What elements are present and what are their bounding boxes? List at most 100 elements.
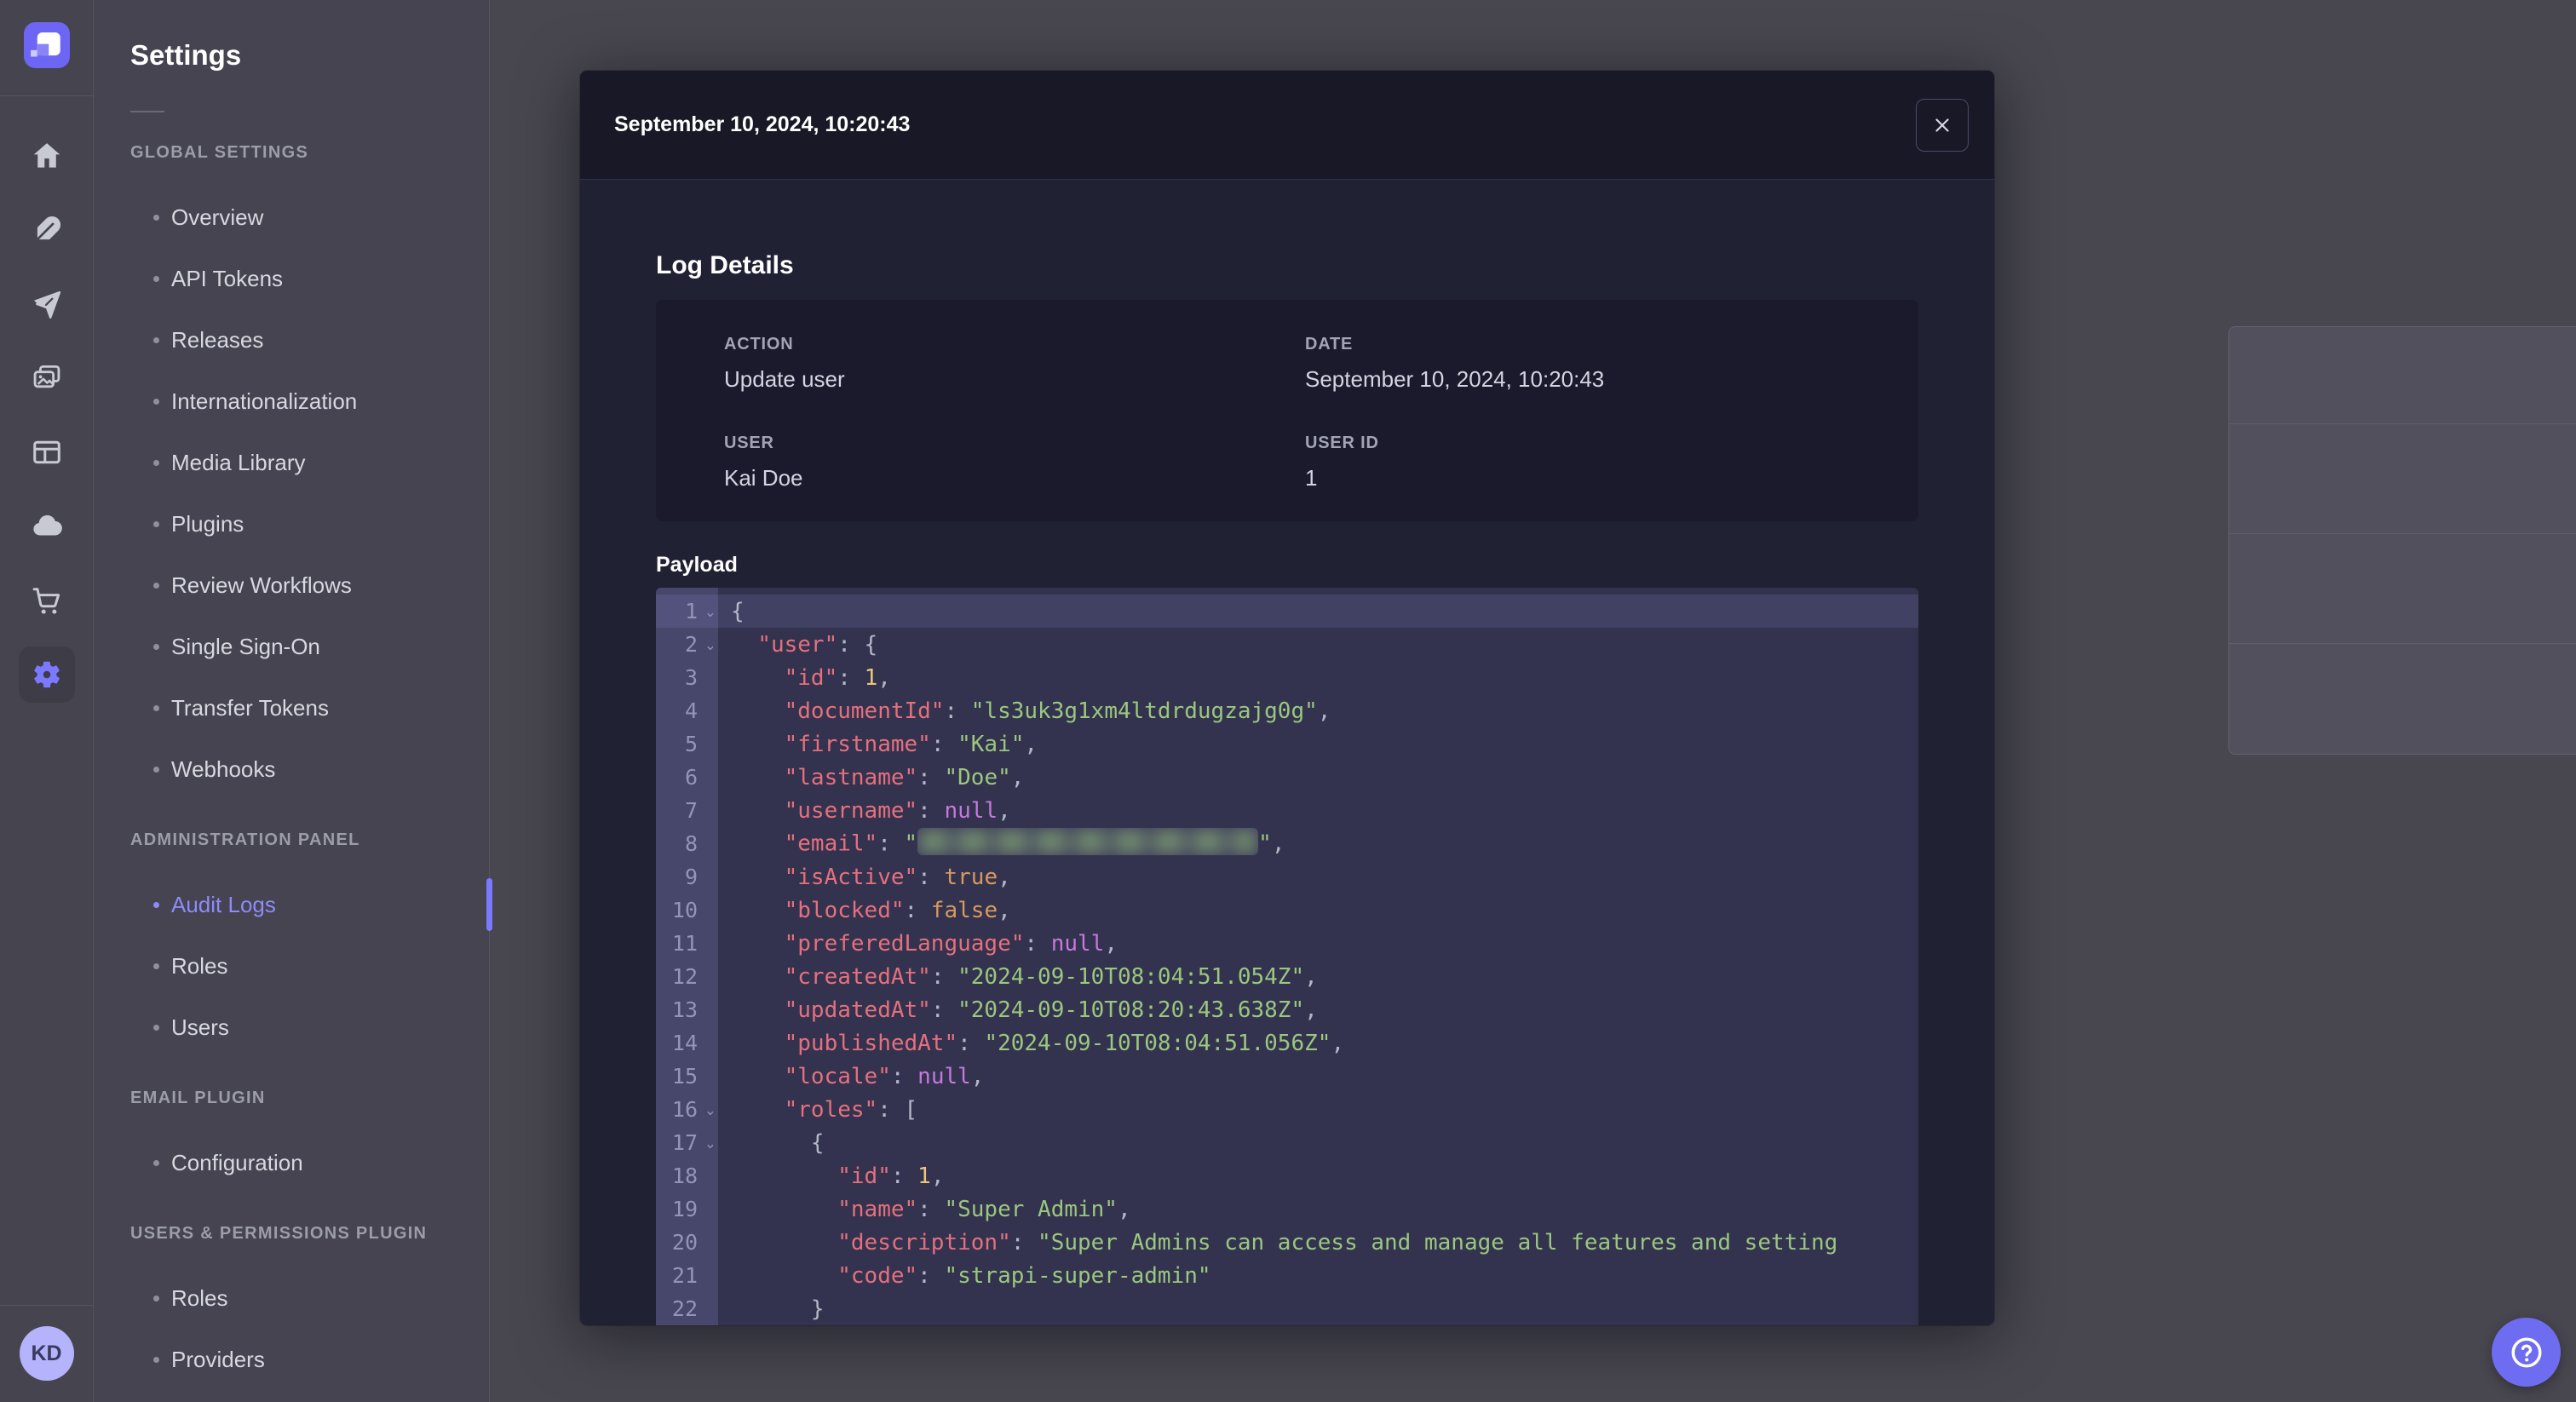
close-icon	[1935, 118, 1949, 132]
nav-list: Audit Logs Roles Users	[130, 874, 492, 1058]
sidebar-item-single-sign-on[interactable]: Single Sign-On	[130, 616, 489, 677]
line-number: 4	[684, 698, 698, 723]
sidebar-item-label: Internationalization	[171, 388, 358, 414]
code-text: }	[731, 1296, 825, 1322]
avatar[interactable]: KD	[19, 1326, 74, 1381]
code-text: {	[731, 1129, 825, 1156]
line-number: 8	[684, 831, 698, 856]
settings-divider	[130, 111, 164, 112]
code-line: 1 ⌄ {	[656, 595, 1918, 628]
code-text: "publishedAt": "2024-09-10T08:04:51.056Z…	[784, 1030, 1345, 1056]
rail-item-layout[interactable]	[19, 424, 75, 480]
bullet-icon	[153, 704, 159, 711]
line-number: 22	[671, 1296, 698, 1321]
rail-item-settings-gear[interactable]	[18, 646, 75, 703]
rail-item-cart[interactable]	[19, 572, 75, 629]
line-number: 5	[684, 732, 698, 756]
code-line: 7 "username": null,	[656, 794, 1918, 827]
field-value: 1	[1305, 465, 1318, 491]
bullet-icon	[153, 1159, 159, 1166]
line-number: 19	[671, 1197, 698, 1221]
code-line: 16 ⌄ "roles": [	[656, 1093, 1918, 1126]
nav-list: Overview API Tokens Releases Internationali…	[130, 187, 489, 800]
log-detail-field: USER Kai Doe	[724, 433, 1305, 492]
home-icon	[33, 143, 60, 168]
sidebar-item-label: Releases	[171, 326, 264, 353]
rail-divider-bottom	[0, 1305, 94, 1306]
line-number: 7	[684, 798, 698, 823]
cloud-icon	[32, 514, 62, 536]
code-text: "username": null,	[784, 797, 1011, 824]
rail-item-feather[interactable]	[19, 202, 75, 258]
sidebar-item-roles[interactable]: Roles	[130, 1267, 489, 1329]
close-button[interactable]	[1916, 98, 1969, 152]
line-number: 11	[671, 931, 698, 956]
media-library-icon	[33, 365, 60, 388]
strapi-logo[interactable]	[23, 22, 70, 68]
nav-list: Roles Providers	[130, 1267, 489, 1390]
sidebar-item-label: Roles	[171, 952, 228, 979]
payload-label: Payload	[656, 553, 738, 577]
rail-item-cloud[interactable]	[19, 498, 75, 554]
layout-icon	[32, 440, 60, 464]
code-line: 17 ⌄ {	[656, 1126, 1918, 1159]
sidebar-item-users[interactable]: Users	[130, 997, 489, 1058]
main-icon-sidebar: KD	[0, 0, 94, 1402]
fold-chevron-icon[interactable]: ⌄	[704, 1135, 716, 1152]
code-line: 6 "lastname": "Doe",	[656, 761, 1918, 794]
sidebar-item-label: Roles	[171, 1284, 228, 1311]
fold-chevron-icon[interactable]: ⌄	[704, 603, 716, 620]
sidebar-item-providers[interactable]: Providers	[130, 1329, 489, 1390]
rail-bottom: KD	[0, 1305, 94, 1402]
active-indicator	[486, 878, 492, 931]
log-details-heading: Log Details	[656, 251, 794, 279]
bullet-icon	[153, 582, 159, 589]
sidebar-item-media-library[interactable]: Media Library	[130, 432, 489, 493]
feather-icon	[33, 215, 60, 243]
cart-icon	[32, 588, 60, 614]
line-number: 3	[684, 665, 698, 690]
sidebar-item-webhooks[interactable]: Webhooks	[130, 738, 489, 800]
code-line: 20 "description": "Super Admins can acce…	[656, 1226, 1918, 1259]
rail-item-media-library[interactable]	[19, 350, 75, 406]
line-number: 17 ⌄	[671, 1130, 716, 1155]
sidebar-item-audit-logs[interactable]: Audit Logs	[130, 874, 492, 935]
code-text: "user": {	[757, 631, 878, 658]
log-detail-field: ACTION Update user	[724, 334, 1305, 394]
help-button[interactable]	[2492, 1318, 2561, 1387]
field-label: DATE	[1305, 335, 1354, 353]
page-title: Settings	[130, 39, 242, 71]
sidebar-item-releases[interactable]: Releases	[130, 309, 489, 371]
payload-json-viewer[interactable]: 1 ⌄{2 ⌄ "user": {3 "id": 1, 4 "documentId":…	[656, 588, 1918, 1325]
code-text: "id": 1,	[784, 664, 891, 691]
code-line: 11 "preferedLanguage": null,	[656, 927, 1918, 960]
rail-item-home[interactable]	[19, 128, 75, 184]
sidebar-item-roles[interactable]: Roles	[130, 935, 489, 997]
sidebar-item-plugins[interactable]: Plugins	[130, 493, 489, 554]
sidebar-item-label: Media Library	[171, 449, 306, 475]
fold-chevron-icon[interactable]: ⌄	[704, 1101, 716, 1118]
code-text: "isActive": true,	[784, 864, 1011, 890]
code-text: "preferedLanguage": null,	[784, 930, 1118, 957]
sidebar-item-transfer-tokens[interactable]: Transfer Tokens	[130, 677, 489, 738]
code-line: 3 "id": 1,	[656, 661, 1918, 694]
line-number: 21	[671, 1263, 698, 1288]
settings-nav-sections: GLOBAL SETTINGS Overview API Tokens Release…	[130, 143, 492, 1390]
rail-divider	[0, 95, 94, 96]
sidebar-item-overview[interactable]: Overview	[130, 187, 489, 248]
code-text: "description": "Super Admins can access …	[837, 1229, 1838, 1255]
rail-item-send[interactable]	[19, 276, 75, 332]
sidebar-item-review-workflows[interactable]: Review Workflows	[130, 554, 489, 616]
line-number: 2 ⌄	[684, 632, 716, 657]
rail-icon-list	[18, 128, 75, 721]
field-label: USER ID	[1305, 434, 1379, 452]
code-line: 2 ⌄ "user": {	[656, 628, 1918, 661]
sidebar-item-internationalization[interactable]: Internationalization	[130, 371, 489, 432]
payload-code-lines: 1 ⌄{2 ⌄ "user": {3 "id": 1, 4 "documentId":…	[656, 588, 1918, 1325]
bullet-icon	[153, 1024, 159, 1031]
log-details-card: ACTION Update user DATE September 10, 2024,…	[656, 300, 1918, 521]
sidebar-item-configuration[interactable]: Configuration	[130, 1132, 489, 1193]
table-row	[2229, 424, 2576, 534]
fold-chevron-icon[interactable]: ⌄	[704, 636, 716, 653]
sidebar-item-api-tokens[interactable]: API Tokens	[130, 248, 489, 309]
